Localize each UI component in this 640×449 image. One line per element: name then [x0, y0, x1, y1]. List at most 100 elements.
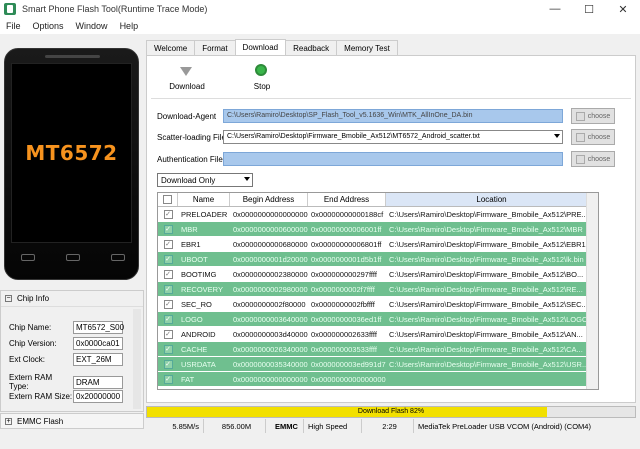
- ext-clock-label: Ext Clock:: [9, 355, 46, 364]
- chip-info-header[interactable]: − Chip Info: [1, 291, 143, 307]
- scatter-file-label: Scatter-loading File: [157, 133, 226, 142]
- row-checkbox[interactable]: ✓: [158, 372, 178, 386]
- chip-info-row: Chip Version: 0x0000ca01: [9, 337, 139, 350]
- stop-button[interactable]: Stop: [237, 64, 287, 91]
- row-location[interactable]: C:\Users\Ramiro\Desktop\Firmware_Bmobile…: [386, 237, 598, 251]
- maximize-button[interactable]: ☐: [572, 0, 606, 18]
- chip-info-row: Ext Clock: EXT_26M: [9, 353, 139, 366]
- row-name: LOGO: [181, 314, 203, 324]
- row-checkbox[interactable]: ✓: [158, 342, 178, 356]
- row-location[interactable]: C:\Users\Ramiro\Desktop\Firmware_Bmobile…: [386, 312, 598, 326]
- table-row[interactable]: ✓ EBR1 0x0000000000680000 0x00000000006801f…: [158, 237, 598, 252]
- row-checkbox[interactable]: ✓: [158, 222, 178, 236]
- chip-info-row: Chip Name: MT6572_S00: [9, 321, 139, 334]
- chip-version-label: Chip Version:: [9, 339, 57, 348]
- row-end-address: 0x00000000036ed1ff: [311, 314, 382, 324]
- auth-file-choose-button[interactable]: choose: [571, 151, 615, 167]
- chevron-down-icon: [244, 177, 250, 181]
- table-row[interactable]: ✓ UBOOT 0x0000000001d20000 0x0000000001d5b1…: [158, 252, 598, 267]
- row-checkbox[interactable]: ✓: [158, 267, 178, 281]
- table-row[interactable]: ✓ SEC_RO 0x0000000002f80000 0x0000000002fbf…: [158, 297, 598, 312]
- table-row[interactable]: ✓ PRELOADER 0x0000000000000000 0x0000000000…: [158, 207, 598, 222]
- row-name: MBR: [181, 224, 198, 234]
- row-location[interactable]: C:\Users\Ramiro\Desktop\Firmware_Bmobile…: [386, 222, 598, 236]
- row-location[interactable]: C:\Users\Ramiro\Desktop\Firmware_Bmobile…: [386, 342, 598, 356]
- status-bar: 5.85M/s 856.00M EMMC High Speed 2:29 Med…: [146, 419, 636, 433]
- status-storage: EMMC: [266, 419, 304, 433]
- table-row[interactable]: ✓ CACHE 0x0000000026340000 0x000000003533ff…: [158, 342, 598, 357]
- download-agent-field[interactable]: C:\Users\Ramiro\Desktop\SP_Flash_Tool_v5…: [223, 109, 563, 123]
- row-end-address: 0x00000000006801ff: [311, 239, 382, 249]
- row-checkbox[interactable]: ✓: [158, 312, 178, 326]
- row-name: BOOTIMG: [181, 269, 217, 279]
- menu-file[interactable]: File: [0, 21, 27, 31]
- tab-download[interactable]: Download: [234, 39, 287, 55]
- row-name: FAT: [181, 374, 195, 384]
- select-all-checkbox[interactable]: [158, 193, 178, 206]
- row-begin-address: 0x0000000035340000: [233, 359, 308, 369]
- emmc-flash-header[interactable]: + EMMC Flash: [0, 413, 144, 429]
- table-body: ✓ PRELOADER 0x0000000000000000 0x0000000000…: [158, 207, 598, 387]
- download-button[interactable]: Download: [162, 64, 212, 91]
- table-row[interactable]: ✓ USRDATA 0x0000000035340000 0x000000003ed9…: [158, 357, 598, 372]
- row-location[interactable]: C:\Users\Ramiro\Desktop\Firmware_Bmobile…: [386, 267, 598, 281]
- table-row[interactable]: ✓ FAT 0x0000000000000000 0x0000000000000000: [158, 372, 598, 387]
- row-checkbox[interactable]: ✓: [158, 327, 178, 341]
- row-begin-address: 0x0000000000600000: [233, 224, 308, 234]
- row-checkbox[interactable]: ✓: [158, 297, 178, 311]
- row-checkbox[interactable]: ✓: [158, 282, 178, 296]
- tab-format[interactable]: Format: [194, 40, 236, 55]
- download-mode-value: Download Only: [161, 176, 216, 185]
- chip-info-scrollbar[interactable]: [133, 309, 141, 409]
- table-row[interactable]: ✓ MBR 0x0000000000600000 0x00000000006001ff…: [158, 222, 598, 237]
- close-button[interactable]: ✕: [606, 0, 640, 18]
- row-location[interactable]: C:\Users\Ramiro\Desktop\Firmware_Bmobile…: [386, 297, 598, 311]
- tab-readback[interactable]: Readback: [285, 40, 338, 55]
- partition-table: Name Begin Address End Address Location …: [157, 192, 599, 390]
- status-size: 856.00M: [204, 419, 266, 433]
- phone-back-key: [20, 254, 35, 261]
- scatter-file-choose-button[interactable]: choose: [571, 129, 615, 145]
- checkbox-icon: ✓: [163, 209, 173, 219]
- expand-icon[interactable]: +: [5, 417, 12, 425]
- row-checkbox[interactable]: ✓: [158, 237, 178, 251]
- col-location[interactable]: Location: [386, 193, 598, 206]
- download-agent-choose-button[interactable]: choose: [571, 108, 615, 124]
- row-checkbox[interactable]: ✓: [158, 252, 178, 266]
- collapse-icon[interactable]: −: [5, 295, 12, 302]
- col-end-address[interactable]: End Address: [308, 193, 386, 206]
- auth-file-field[interactable]: [223, 152, 563, 166]
- download-mode-select[interactable]: Download Only: [157, 173, 253, 187]
- menu-window[interactable]: Window: [70, 21, 114, 31]
- phone-panel: MT6572: [0, 34, 144, 284]
- menu-options[interactable]: Options: [27, 21, 70, 31]
- row-location[interactable]: C:\Users\Ramiro\Desktop\Firmware_Bmobile…: [386, 282, 598, 296]
- phone-speaker: [45, 55, 100, 58]
- row-checkbox[interactable]: ✓: [158, 357, 178, 371]
- checkbox-icon: ✓: [163, 254, 173, 264]
- table-row[interactable]: ✓ RECOVERY 0x0000000002980000 0x0000000002f…: [158, 282, 598, 297]
- table-row[interactable]: ✓ ANDROID 0x0000000003d40000 0x000000002633…: [158, 327, 598, 342]
- table-row[interactable]: ✓ BOOTIMG 0x0000000002380000 0x000000000297…: [158, 267, 598, 282]
- minimize-button[interactable]: —: [538, 0, 572, 18]
- col-begin-address[interactable]: Begin Address: [230, 193, 308, 206]
- tab-memory-test[interactable]: Memory Test: [336, 40, 398, 55]
- row-location[interactable]: C:\Users\Ramiro\Desktop\Firmware_Bmobile…: [386, 357, 598, 371]
- tab-welcome[interactable]: Welcome: [146, 40, 196, 55]
- menu-help[interactable]: Help: [114, 21, 145, 31]
- row-name: PRELOADER: [181, 209, 228, 219]
- row-checkbox[interactable]: ✓: [158, 207, 178, 221]
- table-row[interactable]: ✓ LOGO 0x0000000003640000 0x00000000036ed1f…: [158, 312, 598, 327]
- chevron-down-icon: [554, 134, 560, 138]
- row-location[interactable]: C:\Users\Ramiro\Desktop\Firmware_Bmobile…: [386, 207, 598, 221]
- checkbox-icon: ✓: [163, 314, 173, 324]
- scatter-file-field[interactable]: C:\Users\Ramiro\Desktop\Firmware_Bmobile…: [223, 130, 563, 144]
- tab-bar: Welcome Format Download Readback Memory …: [146, 39, 398, 55]
- table-scrollbar[interactable]: [586, 193, 598, 389]
- row-location[interactable]: C:\Users\Ramiro\Desktop\Firmware_Bmobile…: [386, 252, 598, 266]
- row-location[interactable]: C:\Users\Ramiro\Desktop\Firmware_Bmobile…: [386, 327, 598, 341]
- col-name[interactable]: Name: [178, 193, 230, 206]
- row-location[interactable]: [386, 372, 598, 386]
- row-begin-address: 0x0000000000680000: [233, 239, 308, 249]
- phone-image: MT6572: [4, 48, 139, 280]
